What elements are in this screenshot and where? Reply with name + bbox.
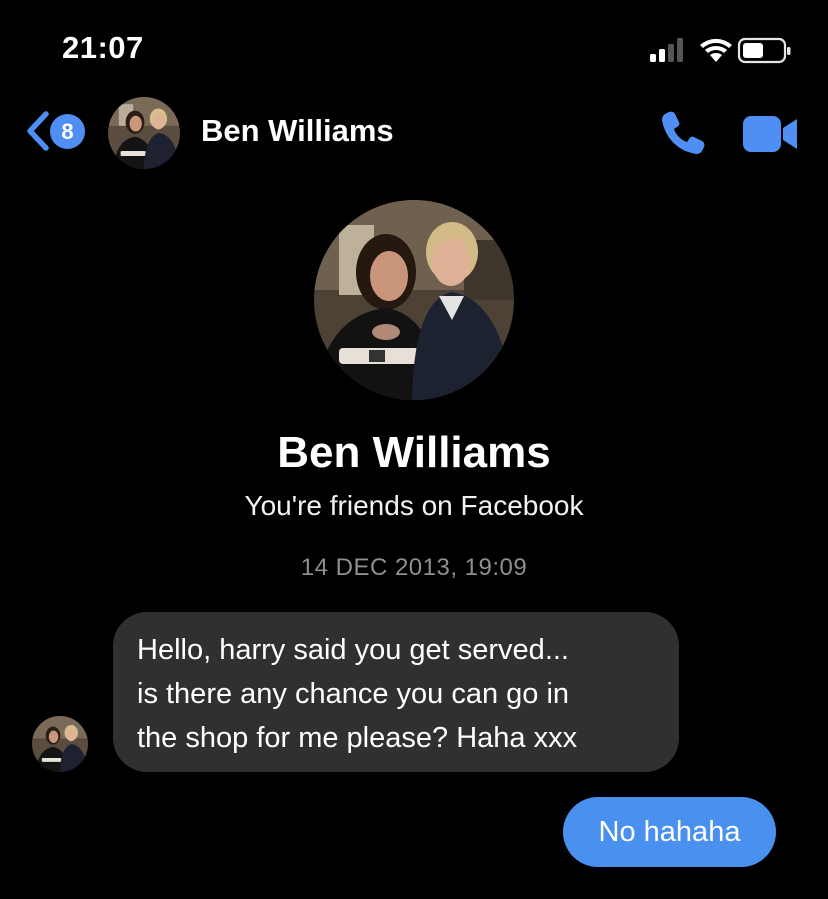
avatar-photo [108,97,180,169]
messenger-chat-screen: 21:07 8 Ben Williams Ben Williams You're… [0,0,828,899]
wifi-icon [700,38,732,62]
header-avatar[interactable] [108,97,180,169]
message-text: No hahaha [598,815,741,848]
video-call-button[interactable] [743,114,799,159]
profile-name: Ben Williams [277,428,551,477]
back-button[interactable] [22,110,52,157]
battery-icon [737,37,791,64]
chevron-left-icon [27,111,49,151]
message-line: the shop for me please? Haha xxx [137,722,578,754]
status-icons [650,36,794,66]
signal-icon [650,38,683,62]
incoming-message-bubble[interactable]: Hello, harry said you get served... is t… [113,612,679,772]
avatar-photo [32,716,88,772]
avatar-photo [314,200,514,400]
sender-avatar[interactable] [32,716,88,772]
video-call-icon [743,116,797,152]
status-time: 21:07 [62,30,144,65]
message-line: Hello, harry said you get served... [137,634,569,666]
message-line: is there any chance you can go in [137,678,570,710]
outgoing-message-bubble[interactable]: No hahaha [563,797,776,867]
profile-avatar[interactable] [314,200,514,400]
friendship-status: You're friends on Facebook [244,490,584,521]
header-contact-name[interactable]: Ben Williams [201,113,394,149]
conversation-timestamp: 14 DEC 2013, 19:09 [300,554,528,581]
phone-call-button[interactable] [660,108,708,161]
phone-call-icon [662,111,705,154]
unread-count-badge[interactable]: 8 [50,114,85,149]
